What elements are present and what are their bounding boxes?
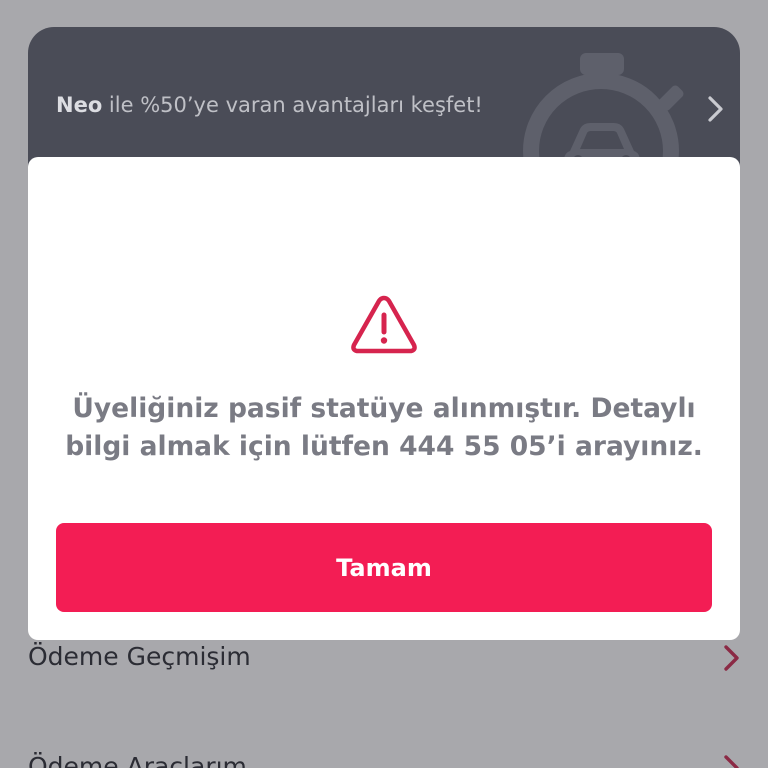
list-item-label: Ödeme Araçlarım <box>28 752 247 768</box>
dialog-message: Üyeliğiniz pasif statüye alınmıştır. Det… <box>65 393 703 462</box>
promo-brand: Neo <box>56 93 103 117</box>
alert-dialog: Üyeliğiniz pasif statüye alınmıştır. Det… <box>28 157 740 640</box>
ok-button[interactable]: Tamam <box>56 523 712 612</box>
chevron-right-icon <box>724 645 739 671</box>
chevron-right-icon <box>708 96 723 122</box>
list-item-label: Ödeme Geçmişim <box>28 642 251 671</box>
chevron-right-icon <box>724 755 739 768</box>
warning-triangle-icon <box>351 295 417 354</box>
list-item-payment-methods[interactable]: Ödeme Araçlarım <box>0 738 768 768</box>
promo-text-rest: ile %50’ye varan avantajları keşfet! <box>102 93 483 117</box>
promo-text: Neo ile %50’ye varan avantajları keşfet! <box>56 93 483 117</box>
